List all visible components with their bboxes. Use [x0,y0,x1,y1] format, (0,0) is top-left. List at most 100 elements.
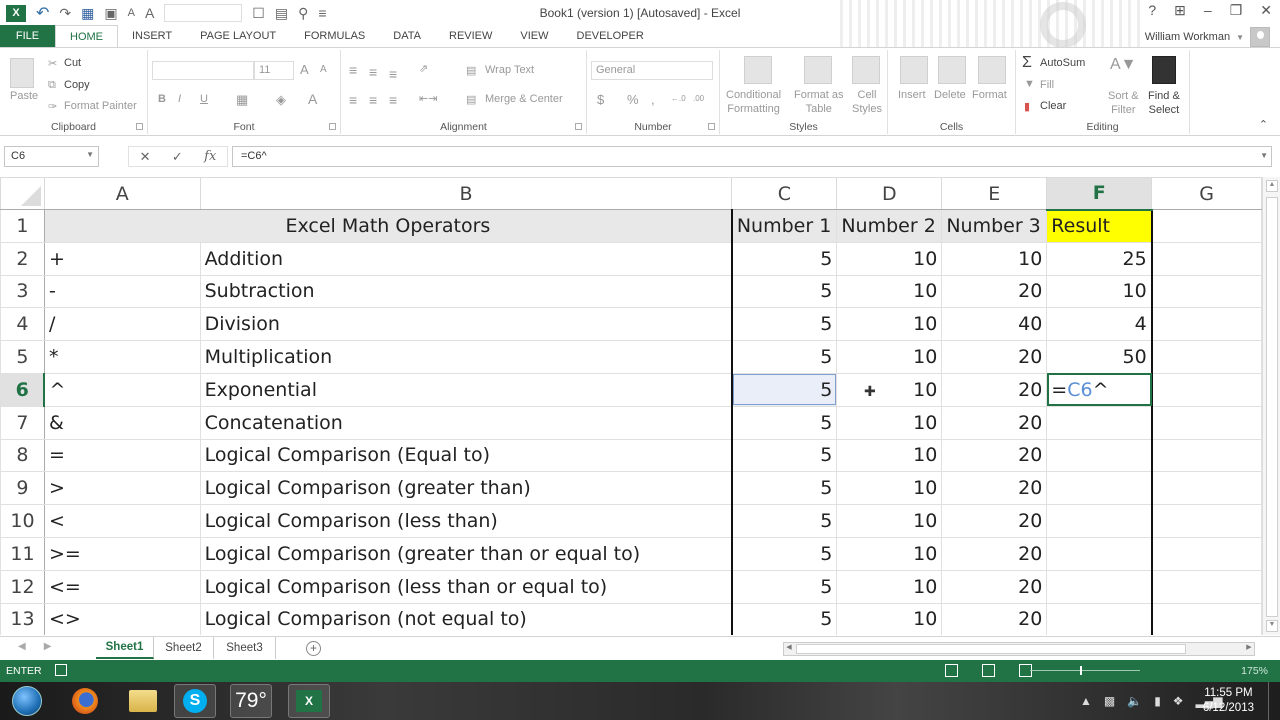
cell-operator[interactable]: >= [43,536,201,571]
cell-result[interactable]: 10 [1046,274,1153,309]
cell-description[interactable]: Multiplication [199,340,733,374]
cell-description[interactable]: Logical Comparison (less than) [199,504,733,538]
vertical-scroll-thumb[interactable] [1266,197,1278,617]
scroll-right-icon[interactable]: ▶ [1244,643,1254,651]
tab-formulas[interactable]: FORMULAS [290,25,379,47]
row-header[interactable]: 3 [0,274,45,309]
taskbar-excel[interactable]: X [288,684,330,718]
cell-description[interactable]: Division [199,307,733,342]
cell-number3[interactable]: 10 [941,241,1048,276]
cell-number2[interactable]: 10 [836,372,943,407]
borders-icon[interactable]: ▦ [236,92,248,108]
column-header-c[interactable]: C [731,177,838,210]
format-painter-button[interactable]: Format Painter [64,100,137,112]
middle-align-icon[interactable]: ≡ [369,64,377,80]
cell-number3[interactable]: 40 [941,307,1048,342]
zoom-level[interactable]: 175% [1241,665,1268,677]
find-select-button[interactable]: Find & Select [1148,89,1180,117]
cell[interactable] [1151,602,1262,635]
cell-description[interactable]: Logical Comparison (greater than or equa… [199,536,733,571]
tab-home[interactable]: HOME [55,25,118,47]
tab-page-layout[interactable]: PAGE LAYOUT [186,25,290,47]
formula-input[interactable]: =C6^ [232,146,1272,167]
cell-number1[interactable]: 5 [730,307,838,342]
cell-operator[interactable]: < [43,504,201,538]
cell-styles-button[interactable]: Cell Styles [852,88,882,116]
user-account[interactable]: William Workman ▼ [1145,27,1270,47]
tab-file[interactable]: FILE [0,25,55,47]
cell-number2[interactable]: 10 [836,241,943,276]
cell-number2[interactable]: 10 [836,274,943,309]
cut-button[interactable]: Cut [64,57,81,69]
cell-operator[interactable]: > [43,471,201,506]
cell-description[interactable]: Logical Comparison (not equal to) [199,602,733,635]
zoom-slider[interactable] [1030,666,1140,675]
cell-number1[interactable]: 5 [730,536,838,571]
cell[interactable] [1151,209,1262,243]
cell-operator[interactable]: & [43,405,201,440]
cell-operator[interactable]: <= [43,569,201,604]
cell[interactable] [1151,274,1262,309]
bottom-align-icon[interactable]: ≡ [389,66,397,82]
cell-number3[interactable]: 20 [941,405,1048,440]
sheet-tab-sheet2[interactable]: Sheet2 [154,637,214,659]
enter-formula-button[interactable]: ✓ [172,149,183,165]
cell[interactable] [1151,569,1262,604]
cell-number3[interactable]: 20 [941,602,1048,635]
font-launcher[interactable] [329,123,336,130]
top-align-icon[interactable]: ≡ [349,62,357,78]
cell-operator[interactable]: <> [43,602,201,635]
bold-button[interactable]: B [158,93,166,105]
clear-button[interactable]: Clear [1040,100,1066,112]
orientation-icon[interactable]: ⇗ [419,62,428,75]
cell[interactable] [1151,241,1262,276]
align-right-icon[interactable]: ≡ [389,92,397,108]
start-button[interactable] [6,684,48,718]
cell-result[interactable] [1046,405,1153,440]
taskbar-skype[interactable]: S [174,684,216,718]
column-header-b[interactable]: B [199,177,733,210]
cell-number3[interactable]: 20 [941,504,1048,538]
help-button[interactable]: ? [1148,2,1156,19]
fill-color-icon[interactable]: ◈ [276,92,286,108]
macro-record-icon[interactable] [55,664,67,676]
add-sheet-button[interactable]: + [306,641,321,656]
paste-button[interactable]: Paste [10,90,38,102]
insert-cells-button[interactable]: Insert [898,89,926,101]
underline-button[interactable]: U [200,93,208,105]
scroll-left-icon[interactable]: ◀ [784,643,794,651]
cell-operator[interactable]: + [43,241,201,276]
cell-number1[interactable]: 5 [730,602,838,635]
cell-operator[interactable]: ^ [43,372,201,407]
tab-developer[interactable]: DEVELOPER [563,25,658,47]
align-left-icon[interactable]: ≡ [349,92,357,108]
row-header[interactable]: 8 [0,438,45,473]
font-size-select[interactable]: 11 [254,61,294,80]
indent-icon[interactable]: ⇤⇥ [419,92,437,105]
scroll-down-icon[interactable]: ▼ [1266,620,1278,632]
ribbon-display-button[interactable]: ⊞ [1174,2,1186,19]
column-header-e[interactable]: E [941,177,1048,210]
fill-button[interactable]: Fill [1040,79,1054,91]
column-header-g[interactable]: G [1151,177,1262,210]
tray-app-icon[interactable]: ▩ [1104,694,1115,708]
cell-result-editing[interactable]: =C6^ [1046,372,1153,407]
row-header[interactable]: 6 [0,372,46,407]
cell-header-number2[interactable]: Number 2 [836,209,943,243]
row-header[interactable]: 5 [0,340,45,374]
cell-result[interactable] [1046,536,1153,571]
cell-number2[interactable]: 10 [836,504,943,538]
cell-number3[interactable]: 20 [941,438,1048,473]
cell-result[interactable] [1046,602,1153,635]
column-header-a[interactable]: A [43,177,201,210]
cell-number2[interactable]: 10 [836,471,943,506]
increase-decimal-button[interactable]: ←.0 [671,94,686,103]
select-all-button[interactable] [0,177,45,210]
taskbar-explorer[interactable] [122,684,164,718]
cell[interactable] [1151,504,1262,538]
cell-number2[interactable]: 10 [836,307,943,342]
cell-result[interactable]: 4 [1046,307,1153,342]
cancel-formula-button[interactable]: ✕ [140,149,151,165]
font-name-select[interactable] [152,61,254,80]
cell-result[interactable] [1046,504,1153,538]
